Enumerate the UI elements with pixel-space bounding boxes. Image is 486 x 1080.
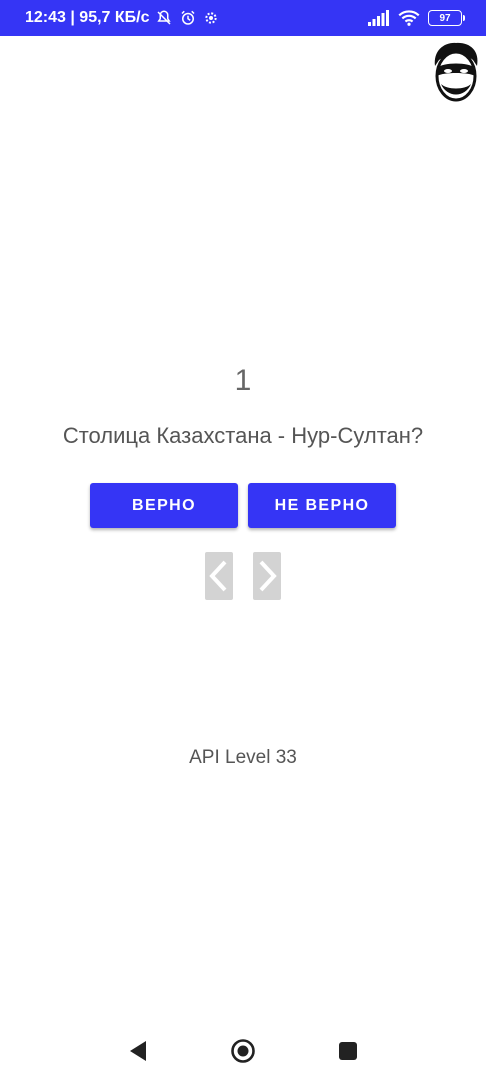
status-time-info: 12:43 | 95,7 КБ/с xyxy=(25,9,150,26)
prev-button[interactable] xyxy=(205,552,233,600)
mute-notifications-icon xyxy=(157,10,172,25)
true-button[interactable]: ВЕРНО xyxy=(90,483,238,528)
api-level-label: API Level 33 xyxy=(189,747,297,768)
battery-level: 97 xyxy=(439,12,451,24)
false-button[interactable]: НЕ ВЕРНО xyxy=(248,483,396,528)
question-number: 1 xyxy=(234,364,252,397)
home-icon[interactable] xyxy=(230,1038,256,1064)
system-nav-bar xyxy=(0,1020,486,1080)
battery-icon: 97 xyxy=(428,10,465,26)
signal-icon xyxy=(368,10,389,26)
wifi-icon xyxy=(398,10,420,26)
settings-icon xyxy=(205,12,218,24)
question-text: Столица Казахстана - Нур-Султан? xyxy=(62,423,424,448)
chevron-left-icon xyxy=(209,560,227,592)
back-icon[interactable] xyxy=(128,1040,148,1062)
alarm-icon xyxy=(181,10,196,25)
status-left: 12:43 | 95,7 КБ/с xyxy=(25,0,219,36)
chevron-right-icon xyxy=(259,560,277,592)
status-right: 97 xyxy=(368,0,465,36)
avatar[interactable] xyxy=(429,40,483,104)
status-bar: 12:43 | 95,7 КБ/с 97 xyxy=(0,0,486,36)
recents-icon[interactable] xyxy=(338,1041,358,1061)
next-button[interactable] xyxy=(253,552,281,600)
